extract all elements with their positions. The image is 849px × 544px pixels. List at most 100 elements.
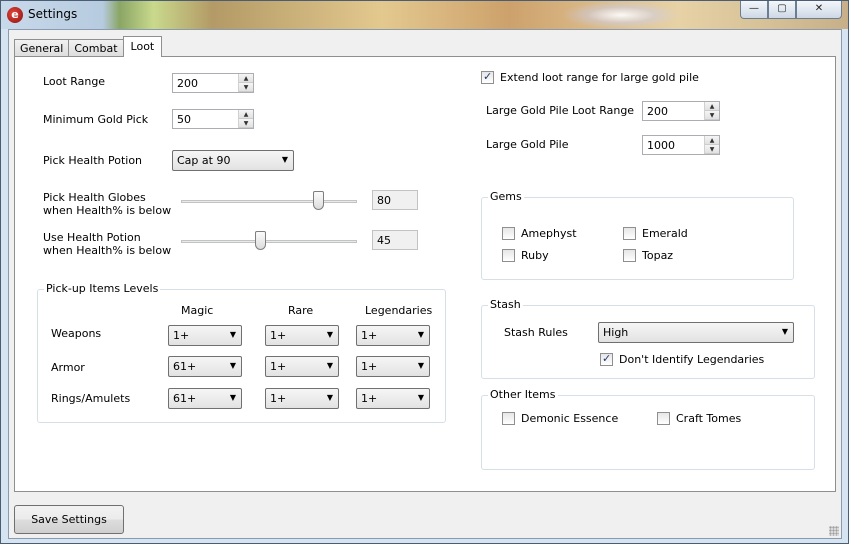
weapons-magic-select[interactable]: 1+ ▼ <box>168 325 242 346</box>
gems-group: Gems Amephyst Emerald Ruby Topaz <box>481 190 794 280</box>
large-gold-range-label: Large Gold Pile Loot Range <box>486 104 635 117</box>
stash-rules-value: High <box>603 326 629 339</box>
spin-up-icon[interactable]: ▲ <box>239 74 253 83</box>
stash-rules-select[interactable]: High ▼ <box>598 322 794 343</box>
titlebar-background-art <box>561 1 681 29</box>
dont-identify-checkbox[interactable]: Don't Identify Legendaries <box>600 352 765 366</box>
select-value: 1+ <box>361 392 378 405</box>
gems-legend: Gems <box>488 190 524 203</box>
spin-down-icon[interactable]: ▼ <box>239 83 253 92</box>
slider-thumb[interactable] <box>255 231 266 250</box>
spin-down-icon[interactable]: ▼ <box>239 119 253 128</box>
items-levels-legend: Pick-up Items Levels <box>44 282 161 295</box>
gem-emerald-checkbox[interactable]: Emerald <box>623 227 688 240</box>
title-bar[interactable]: e Settings — ▢ ✕ <box>1 1 848 29</box>
maximize-button[interactable]: ▢ <box>768 1 796 19</box>
loot-range-label: Loot Range <box>43 75 106 88</box>
loot-range-value: 200 <box>177 77 198 90</box>
checkbox-box[interactable] <box>502 249 515 262</box>
min-gold-value: 50 <box>177 113 191 126</box>
tab-loot[interactable]: Loot <box>122 36 163 57</box>
column-rare: Rare <box>288 304 314 317</box>
armor-magic-select[interactable]: 61+ ▼ <box>168 356 242 377</box>
minimize-button[interactable]: — <box>740 1 768 19</box>
rings-rare-select[interactable]: 1+ ▼ <box>265 388 339 409</box>
gem-amephyst-checkbox[interactable]: Amephyst <box>502 227 577 240</box>
stash-rules-label: Stash Rules <box>504 326 568 339</box>
slider-thumb[interactable] <box>313 191 324 210</box>
spin-up-icon[interactable]: ▲ <box>705 102 719 111</box>
pick-health-potion-select[interactable]: Cap at 90 ▼ <box>172 150 294 171</box>
armor-rare-select[interactable]: 1+ ▼ <box>265 356 339 377</box>
large-gold-pile-label: Large Gold Pile <box>486 138 569 151</box>
loot-tab-panel: Loot Range 200 ▲ ▼ Minimum Gold Pick 50 ▲… <box>14 56 836 492</box>
save-settings-button[interactable]: Save Settings <box>14 505 124 534</box>
checkbox-box[interactable] <box>623 249 636 262</box>
select-value: 1+ <box>270 392 287 405</box>
row-rings-label: Rings/Amulets <box>51 392 131 405</box>
rings-legendaries-select[interactable]: 1+ ▼ <box>356 388 430 409</box>
use-potion-slider[interactable] <box>181 230 357 252</box>
min-gold-label: Minimum Gold Pick <box>43 113 149 126</box>
checkbox-box[interactable] <box>502 227 515 240</box>
gem-ruby-checkbox[interactable]: Ruby <box>502 249 549 262</box>
chevron-down-icon: ▼ <box>781 327 788 336</box>
spin-down-icon[interactable]: ▼ <box>705 111 719 120</box>
checkbox-box[interactable] <box>481 70 494 84</box>
dont-identify-label: Don't Identify Legendaries <box>619 353 765 366</box>
gem-topaz-checkbox[interactable]: Topaz <box>623 249 673 262</box>
min-gold-spinner[interactable]: ▲ ▼ <box>238 110 253 128</box>
large-gold-pile-spinner[interactable]: ▲ ▼ <box>704 136 719 154</box>
large-gold-pile-value: 1000 <box>647 139 675 152</box>
spin-up-icon[interactable]: ▲ <box>239 110 253 119</box>
items-levels-group: Pick-up Items Levels Magic Rare Legendar… <box>37 282 446 423</box>
armor-legendaries-select[interactable]: 1+ ▼ <box>356 356 430 377</box>
stash-legend: Stash <box>488 298 523 311</box>
checkbox-box[interactable] <box>657 412 670 425</box>
tab-combat[interactable]: Combat <box>68 39 124 57</box>
app-logo-icon: e <box>7 7 23 23</box>
tab-strip: General Combat Loot <box>14 36 163 57</box>
select-value: 1+ <box>361 360 378 373</box>
resize-grip-icon[interactable] <box>829 526 839 536</box>
gem-amephyst-label: Amephyst <box>521 227 577 240</box>
health-globes-label-line2: when Health% is below <box>43 204 172 217</box>
large-gold-range-input[interactable]: 200 ▲ ▼ <box>642 101 720 121</box>
row-weapons-label: Weapons <box>51 327 102 340</box>
select-value: 1+ <box>270 360 287 373</box>
other-items-legend: Other Items <box>488 388 558 401</box>
pick-health-potion-label: Pick Health Potion <box>43 154 143 167</box>
use-potion-value-box: 45 <box>372 230 418 250</box>
health-globes-value: 80 <box>377 194 391 207</box>
weapons-legendaries-select[interactable]: 1+ ▼ <box>356 325 430 346</box>
select-value: 1+ <box>270 329 287 342</box>
craft-tomes-label: Craft Tomes <box>676 412 742 425</box>
checkbox-box[interactable] <box>623 227 636 240</box>
other-items-group: Other Items Demonic Essence Craft Tomes <box>481 388 815 470</box>
chevron-down-icon: ▼ <box>229 393 236 402</box>
stash-group: Stash Stash Rules High ▼ Don't Identify … <box>481 298 815 379</box>
use-potion-label-line1: Use Health Potion <box>43 231 141 244</box>
demonic-essence-checkbox[interactable]: Demonic Essence <box>502 412 618 425</box>
select-value: 61+ <box>173 392 197 405</box>
slider-track <box>181 200 357 203</box>
min-gold-input[interactable]: 50 ▲ ▼ <box>172 109 254 129</box>
checkbox-box[interactable] <box>600 352 613 366</box>
spin-up-icon[interactable]: ▲ <box>705 136 719 145</box>
chevron-down-icon: ▼ <box>229 330 236 339</box>
tab-general[interactable]: General <box>14 39 70 57</box>
rings-magic-select[interactable]: 61+ ▼ <box>168 388 242 409</box>
large-gold-pile-input[interactable]: 1000 ▲ ▼ <box>642 135 720 155</box>
health-globes-slider[interactable] <box>181 190 357 212</box>
craft-tomes-checkbox[interactable]: Craft Tomes <box>657 412 741 425</box>
close-button[interactable]: ✕ <box>796 1 842 19</box>
loot-range-input[interactable]: 200 ▲ ▼ <box>172 73 254 93</box>
demonic-essence-label: Demonic Essence <box>521 412 619 425</box>
checkbox-box[interactable] <box>502 412 515 425</box>
spin-down-icon[interactable]: ▼ <box>705 145 719 154</box>
extend-range-checkbox[interactable]: Extend loot range for large gold pile <box>481 70 699 84</box>
weapons-rare-select[interactable]: 1+ ▼ <box>265 325 339 346</box>
column-legendaries: Legendaries <box>365 304 433 317</box>
loot-range-spinner[interactable]: ▲ ▼ <box>238 74 253 92</box>
large-gold-range-spinner[interactable]: ▲ ▼ <box>704 102 719 120</box>
